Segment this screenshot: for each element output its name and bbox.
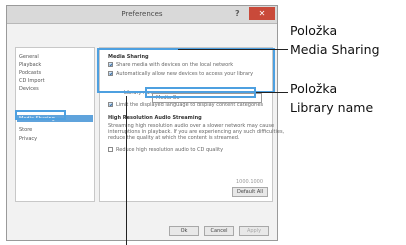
limit-language-checkbox[interactable] — [108, 102, 113, 107]
default-all-button[interactable]: Default All — [232, 187, 268, 197]
sidebar-item-privacy[interactable]: Privacy — [19, 136, 37, 142]
version-text: 1000.1000 — [236, 179, 264, 185]
sidebar-item-devices[interactable]: Devices — [19, 86, 39, 92]
leader-line-media-sharing — [178, 49, 288, 50]
preferences-dialog: Preferences ? ✕ General Playback Podcast… — [6, 5, 284, 241]
title-bar: Preferences ? ✕ — [7, 6, 277, 24]
sidebar-item-cd-import[interactable]: CD Import — [19, 78, 45, 84]
sidebar-media-sharing-callout — [15, 110, 66, 120]
library-name-callout — [145, 87, 256, 98]
annotation-line: Položka — [290, 23, 338, 38]
apply-button[interactable]: Apply — [239, 226, 269, 236]
reduce-quality-checkbox[interactable] — [108, 147, 113, 152]
ok-button[interactable]: Ok — [169, 226, 199, 236]
sidebar-item-playback[interactable]: Playback — [19, 62, 41, 68]
cancel-button[interactable]: Cancel — [204, 226, 234, 236]
annotation-line: Library name — [290, 100, 374, 115]
leader-line-bottom — [126, 96, 127, 245]
sidebar-item-podcasts[interactable]: Podcasts — [19, 70, 41, 76]
leader-line-library-name — [256, 92, 288, 93]
preferences-sidebar: General Playback Podcasts CD Import Devi… — [15, 47, 95, 202]
sidebar-item-store[interactable]: Store — [19, 127, 32, 133]
hires-description-line: reduce the quality at which the content … — [108, 135, 240, 141]
close-button[interactable]: ✕ — [249, 7, 275, 20]
sidebar-item-general[interactable]: General — [19, 54, 39, 60]
help-icon[interactable]: ? — [235, 9, 240, 18]
annotation-line: Media Sharing — [290, 42, 380, 57]
library-name-annotation: Položka Library name — [290, 79, 373, 117]
reduce-quality-label: Reduce high resolution audio to CD quali… — [116, 147, 224, 153]
hires-heading: High Resolution Audio Streaming — [108, 115, 202, 121]
annotation-line: Položka — [290, 81, 338, 96]
media-sharing-annotation: Položka Media Sharing — [290, 21, 380, 59]
